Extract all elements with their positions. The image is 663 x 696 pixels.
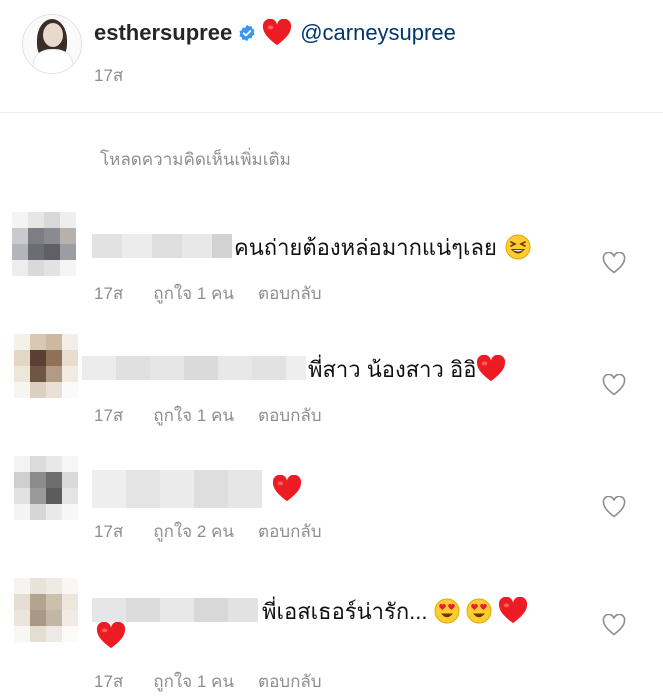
heart-outline-icon[interactable] xyxy=(602,496,626,518)
likes-count[interactable]: ถูกใจ 2 คน xyxy=(153,518,234,545)
divider xyxy=(0,112,663,113)
red-heart-emoji xyxy=(263,19,292,46)
heart-outline-icon[interactable] xyxy=(602,614,626,636)
heart-eyes-emoji xyxy=(466,598,492,624)
reply-button[interactable]: ตอบกลับ xyxy=(258,280,322,307)
comment-text: คนถ่ายต้องหล่อมากแน่ๆเลย xyxy=(234,232,531,262)
comment-text: พี่สาว น้องสาว อิอิ xyxy=(308,354,506,384)
verified-icon xyxy=(239,24,255,42)
red-heart-emoji xyxy=(272,475,302,502)
comment-time: 17ส xyxy=(94,522,124,541)
load-more-comments[interactable]: โหลดความคิดเห็นเพิ่มเติม xyxy=(100,146,291,173)
avatar[interactable] xyxy=(14,578,78,642)
red-heart-emoji xyxy=(498,597,527,624)
likes-count[interactable]: ถูกใจ 1 คน xyxy=(153,402,234,429)
reply-button[interactable]: ตอบกลับ xyxy=(258,668,322,695)
username-blurred[interactable] xyxy=(92,234,232,258)
post-time: 17ส xyxy=(94,66,124,85)
red-heart-emoji xyxy=(96,622,126,649)
comment-meta: 17ส ถูกใจ 1 คน ตอบกลับ xyxy=(94,280,322,307)
post-username[interactable]: esthersupree xyxy=(94,20,232,46)
post-header: esthersupree @carneysupree 17ส xyxy=(0,0,663,112)
mention-link[interactable]: @carneysupree xyxy=(300,20,456,46)
avatar[interactable] xyxy=(12,212,76,276)
likes-count[interactable]: ถูกใจ 1 คน xyxy=(153,668,234,695)
post-avatar[interactable] xyxy=(22,14,82,74)
heart-outline-icon[interactable] xyxy=(602,374,626,396)
red-heart-emoji xyxy=(477,355,506,382)
avatar[interactable] xyxy=(14,456,78,520)
reply-button[interactable]: ตอบกลับ xyxy=(258,402,322,429)
comment-meta: 17ส ถูกใจ 2 คน ตอบกลับ xyxy=(94,518,322,545)
comment-time: 17ส xyxy=(94,672,124,691)
username-blurred[interactable] xyxy=(92,470,262,508)
post-caption: esthersupree @carneysupree xyxy=(94,18,456,48)
heart-eyes-emoji xyxy=(434,598,460,624)
comment-text xyxy=(272,474,302,504)
comment-time: 17ส xyxy=(94,406,124,425)
heart-outline-icon[interactable] xyxy=(602,252,626,274)
comment-text: พี่เอสเธอร์น่ารัก... xyxy=(262,596,528,626)
avatar[interactable] xyxy=(14,334,78,398)
laughing-emoji xyxy=(505,234,531,260)
comment-meta: 17ส ถูกใจ 1 คน ตอบกลับ xyxy=(94,402,322,429)
username-blurred[interactable] xyxy=(82,356,306,380)
likes-count[interactable]: ถูกใจ 1 คน xyxy=(153,280,234,307)
comment-time: 17ส xyxy=(94,284,124,303)
comment-meta: 17ส ถูกใจ 1 คน ตอบกลับ xyxy=(94,668,322,695)
reply-button[interactable]: ตอบกลับ xyxy=(258,518,322,545)
username-blurred[interactable] xyxy=(92,598,258,622)
